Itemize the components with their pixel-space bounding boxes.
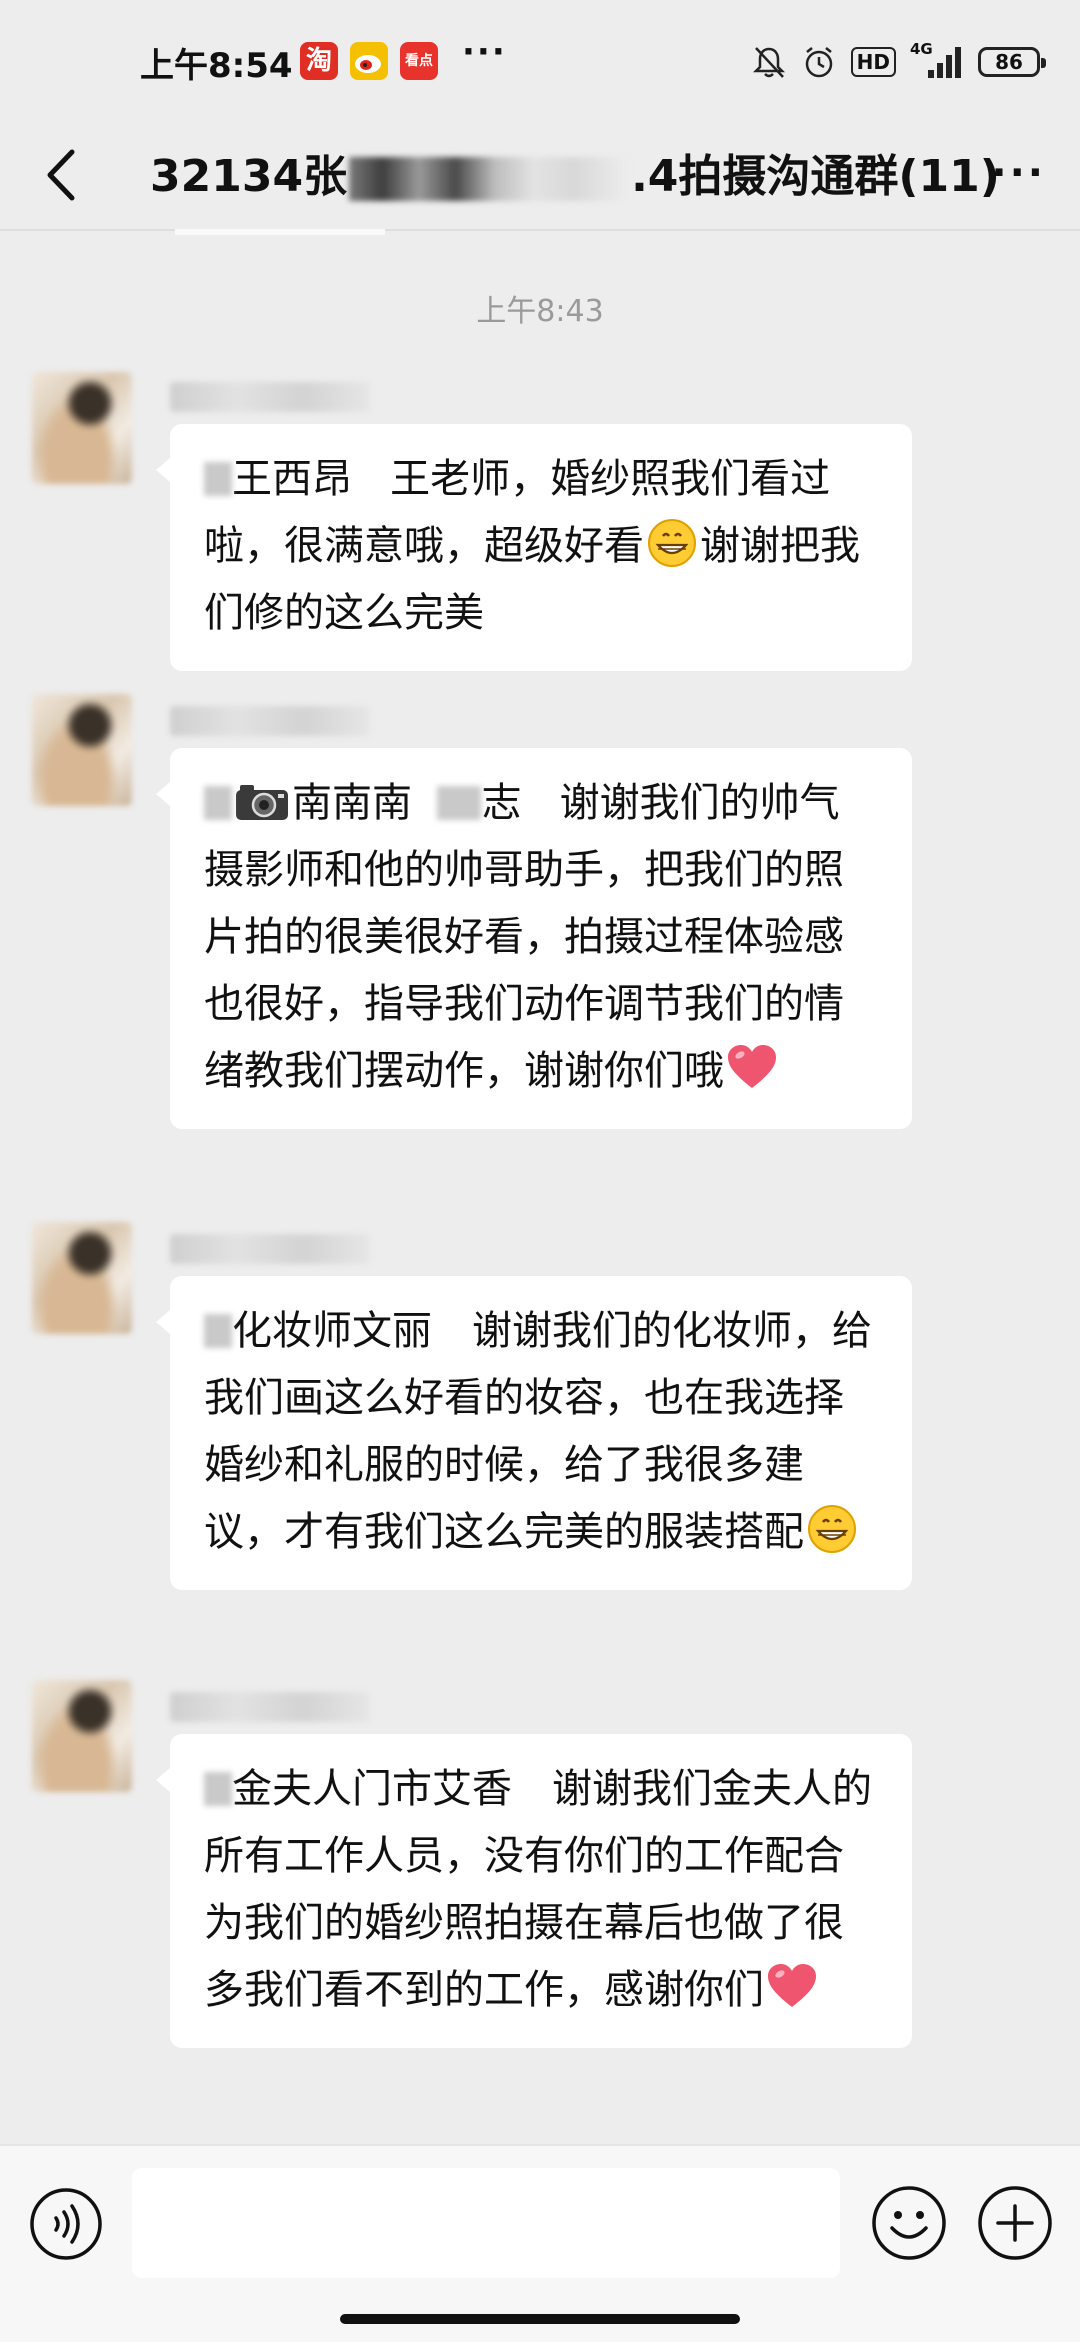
message-text: 志 bbox=[481, 780, 522, 826]
chat-title: 32134张 .4拍摄沟通群(11) bbox=[150, 140, 1000, 204]
mention-at-redacted bbox=[204, 1314, 232, 1348]
voice-input-icon[interactable] bbox=[28, 2186, 104, 2262]
avatar[interactable] bbox=[32, 1222, 132, 1334]
sender-name bbox=[170, 382, 370, 412]
mention-at-redacted bbox=[204, 786, 232, 820]
emoji-picker-icon[interactable] bbox=[870, 2184, 948, 2262]
mention-at-redacted bbox=[204, 462, 232, 496]
message-bubble[interactable]: 化妆师文丽 谢谢我们的化妆师，给我们画这么好看的妆容，也在我选择婚纱和礼服的时候… bbox=[156, 1276, 912, 1590]
title-prefix: 32134张 bbox=[150, 151, 348, 202]
avatar[interactable] bbox=[32, 694, 132, 806]
grin-emoji-icon bbox=[808, 1505, 856, 1553]
message-bubble[interactable]: 金夫人门市艾香 谢谢我们金夫人的所有工作人员，没有你们的工作配合为我们的婚纱照拍… bbox=[156, 1734, 912, 2048]
signal-icon bbox=[928, 47, 961, 78]
alarm-icon bbox=[805, 47, 832, 78]
weibo-icon bbox=[350, 42, 388, 80]
title-suffix: .4拍摄沟通群(11) bbox=[631, 151, 1000, 202]
status-indicators: HD 4G 86 bbox=[751, 40, 1046, 84]
input-bar bbox=[0, 2144, 1080, 2342]
grin-emoji-icon bbox=[648, 519, 696, 567]
sender-name bbox=[170, 706, 370, 736]
status-bar: 上午8:54 淘 看点 ··· HD 4G 86 bbox=[0, 0, 1080, 120]
home-indicator[interactable] bbox=[340, 2314, 740, 2324]
more-functions-plus-icon[interactable] bbox=[976, 2184, 1054, 2262]
message-input[interactable] bbox=[132, 2168, 840, 2278]
taobao-icon-label: 淘 bbox=[305, 46, 332, 76]
header-divider bbox=[0, 229, 1080, 231]
message-text: 化妆师文丽 谢谢我们的化妆师，给我们画这么好看的妆容，也在我选择婚纱和礼服的时候… bbox=[204, 1308, 872, 1555]
status-time: 上午8:54 bbox=[140, 46, 293, 86]
kandian-icon: 看点 bbox=[400, 42, 438, 80]
message-bubble[interactable]: 王西昂 王老师，婚纱照我们看过啦，很满意哦，超级好看 谢谢把我们修的这么完美 bbox=[156, 424, 912, 671]
hd-badge: HD bbox=[850, 47, 896, 77]
status-more-icon: ··· bbox=[462, 32, 507, 72]
sender-name bbox=[170, 1692, 370, 1722]
kandian-icon-label: 看点 bbox=[405, 53, 433, 69]
more-options-button[interactable]: ··· bbox=[991, 150, 1046, 196]
camera-emoji-icon bbox=[236, 785, 288, 820]
battery-icon: 86 bbox=[978, 47, 1046, 77]
message-text: 王西昂 bbox=[232, 456, 352, 502]
avatar[interactable] bbox=[32, 1680, 132, 1792]
mute-icon bbox=[752, 47, 785, 78]
network-type: 4G bbox=[910, 40, 964, 80]
back-icon[interactable] bbox=[30, 138, 100, 212]
heart-emoji-icon bbox=[768, 1964, 816, 2007]
message-bubble[interactable]: 南南南 志 谢谢我们的帅气摄影师和他的帅哥助手，把我们的照片拍的很美很好看，拍摄… bbox=[156, 748, 912, 1129]
avatar[interactable] bbox=[32, 372, 132, 484]
sender-name bbox=[170, 1234, 370, 1264]
title-redacted bbox=[349, 157, 630, 201]
message-text: 南南南 bbox=[292, 780, 412, 826]
taobao-icon: 淘 bbox=[300, 42, 338, 80]
message-timestamp: 上午8:43 bbox=[476, 294, 604, 329]
heart-emoji-icon bbox=[728, 1045, 776, 1088]
mention-redacted bbox=[437, 786, 482, 820]
mention-at-redacted bbox=[204, 1772, 232, 1806]
chat-header: 32134张 .4拍摄沟通群(11) ··· bbox=[0, 120, 1080, 230]
pinned-sliver bbox=[175, 229, 385, 235]
